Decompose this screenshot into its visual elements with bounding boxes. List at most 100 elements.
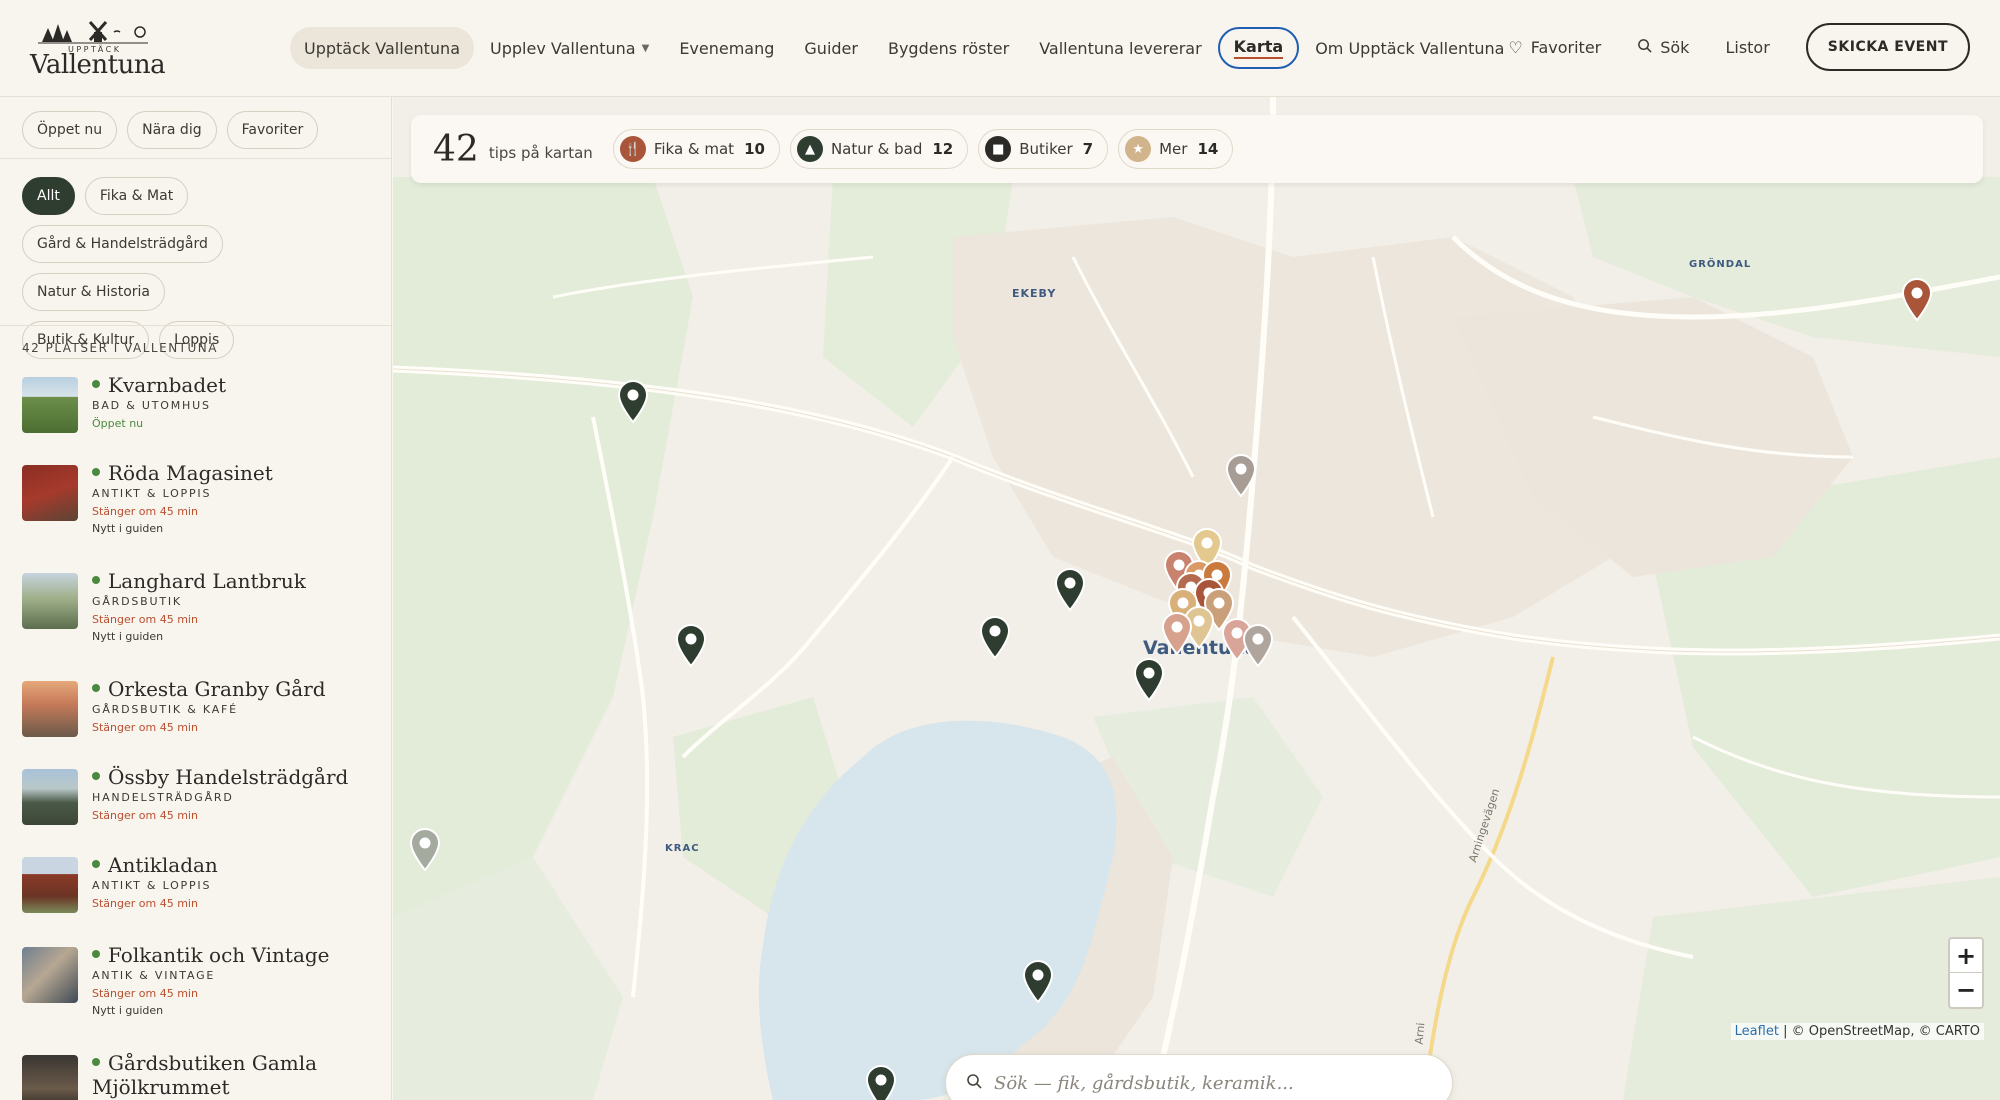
nav-om-upptack-vallentuna[interactable]: Om Upptäck Vallentuna [1301, 27, 1518, 69]
place-name: Gårdsbutiken Gamla Mjölkrummet [92, 1051, 318, 1099]
site-header: UPPTÄCK Vallentuna Upptäck Vallentuna Up… [0, 0, 2000, 97]
legend-natur-bad[interactable]: ▲ Natur & bad 12 [789, 129, 969, 169]
place-list: Kvarnbadet BAD & UTOMHUS Öppet nu Röda M… [22, 373, 381, 1100]
filter-open-now[interactable]: Öppet nu [22, 111, 118, 149]
nav-label: Evenemang [679, 38, 775, 58]
zoom-out-button[interactable]: − [1950, 973, 1982, 1007]
map[interactable]: EKEBY GRÖNDAL KRAC Vallentuna Arningeväg… [393, 97, 2000, 1100]
place-category: HANDELSTRÄDGÅRD [92, 791, 234, 804]
new-badge: Nytt i guiden [92, 522, 164, 535]
chevron-down-icon: ▼ [641, 42, 650, 54]
filter-favorites[interactable]: Favoriter [226, 111, 319, 149]
nav-guider[interactable]: Guider [790, 27, 872, 69]
map-pin-icon[interactable] [409, 827, 441, 872]
map-pin-icon[interactable] [979, 615, 1011, 660]
place-count: 42 PLATSER I VALLENTUNA [22, 341, 218, 355]
bag-icon: ■ [985, 136, 1012, 162]
map-pin-icon[interactable] [1901, 277, 1933, 322]
category-fika-mat[interactable]: Fika & Mat [84, 177, 189, 215]
main-nav: Upptäck Vallentuna Upplev Vallentuna ▼ Ev… [290, 27, 1520, 69]
place-status: Stänger om 45 min [92, 987, 198, 1000]
favorites-label: Favoriter [1530, 37, 1602, 57]
favorites-link[interactable]: ♡ Favoriter [1508, 38, 1601, 57]
list-item[interactable]: Gårdsbutiken Gamla Mjölkrummet [22, 1051, 381, 1100]
legend-name: Mer [1159, 140, 1188, 158]
place-name: Röda Magasinet [108, 461, 273, 485]
status-dot [92, 950, 100, 958]
new-badge: Nytt i guiden [92, 1004, 164, 1017]
nav-label: Karta [1233, 37, 1284, 59]
place-thumbnail [22, 681, 78, 737]
map-pin-icon[interactable] [1133, 657, 1165, 702]
map-pin-icon[interactable] [1161, 611, 1193, 656]
list-item[interactable]: Langhard Lantbruk GÅRDSBUTIK Stänger om … [22, 569, 381, 677]
lists-link[interactable]: Listor [1725, 38, 1769, 57]
nav-bygdens-roster[interactable]: Bygdens röster [874, 27, 1023, 69]
submit-event-label: SKICKA EVENT [1827, 39, 1948, 55]
road-label-arni: Arni [1412, 1022, 1428, 1045]
star-icon: ★ [1125, 136, 1152, 162]
filter-near-you[interactable]: Nära dig [127, 111, 217, 149]
place-name: Orkesta Granby Gård [108, 677, 326, 701]
map-pin-icon[interactable] [617, 379, 649, 424]
search-link[interactable]: Sök [1637, 38, 1689, 57]
legend-name: Natur & bad [830, 140, 923, 158]
list-item[interactable]: Antikladan ANTIKT & LOPPIS Stänger om 45… [22, 853, 381, 943]
map-pin-icon[interactable] [1022, 959, 1054, 1004]
list-item[interactable]: Röda Magasinet ANTIKT & LOPPIS Stänger o… [22, 461, 381, 569]
nav-upplev-vallentuna[interactable]: Upplev Vallentuna ▼ [476, 27, 663, 69]
map-pin-icon[interactable] [1242, 623, 1274, 668]
legend-butiker[interactable]: ■ Butiker 7 [978, 129, 1109, 169]
place-status: Öppet nu [92, 417, 144, 430]
place-thumbnail [22, 465, 78, 521]
site-logo[interactable]: UPPTÄCK Vallentuna [30, 18, 166, 80]
legend-name: Butiker [1019, 140, 1073, 158]
place-category: ANTIK & VINTAGE [92, 969, 216, 982]
nav-evenemang[interactable]: Evenemang [665, 27, 788, 69]
place-thumbnail [22, 947, 78, 1003]
category-gard-handelstradgard[interactable]: Gård & Handelsträdgård [22, 225, 223, 263]
place-status: Stänger om 45 min [92, 721, 198, 734]
category-natur-historia[interactable]: Natur & Historia [22, 273, 165, 311]
list-item[interactable]: Orkesta Granby Gård GÅRDSBUTIK & KAFÉ St… [22, 677, 381, 765]
quick-filters: Öppet nu Nära dig Favoriter [0, 97, 391, 159]
legend-count: 7 [1082, 140, 1094, 158]
lists-label: Listor [1725, 37, 1770, 57]
submit-event-button[interactable]: SKICKA EVENT [1805, 23, 1970, 71]
tree-icon: ▲ [796, 136, 823, 162]
map-pin-icon[interactable] [1054, 567, 1086, 612]
place-status: Stänger om 45 min [92, 613, 198, 626]
map-tip-label: tips på kartan [488, 144, 593, 162]
category-all[interactable]: Allt [22, 177, 75, 215]
place-category: ANTIKT & LOPPIS [92, 487, 212, 500]
place-thumbnail [22, 1055, 78, 1100]
map-pin-icon[interactable] [675, 623, 707, 668]
legend-name: Fika & mat [653, 140, 735, 158]
leaflet-link[interactable]: Leaflet [1735, 1024, 1779, 1039]
place-name: Kvarnbadet [108, 373, 227, 397]
place-category: BAD & UTOMHUS [92, 399, 211, 412]
zoom-in-button[interactable]: + [1950, 939, 1982, 973]
nav-vallentuna-levererar[interactable]: Vallentuna levererar [1025, 27, 1215, 69]
search-icon [1637, 38, 1652, 57]
place-category: ANTIKT & LOPPIS [92, 879, 212, 892]
status-dot [92, 468, 100, 476]
map-search-input[interactable] [994, 1072, 1424, 1094]
list-item[interactable]: Össby Handelsträdgård HANDELSTRÄDGÅRD St… [22, 765, 381, 853]
logo-main-text: Vallentuna [30, 50, 166, 80]
status-dot [92, 1058, 100, 1066]
map-pin-icon[interactable] [865, 1064, 897, 1100]
place-name: Össby Handelsträdgård [108, 765, 349, 789]
nav-upptack-vallentuna[interactable]: Upptäck Vallentuna [290, 27, 474, 69]
list-item[interactable]: Kvarnbadet BAD & UTOMHUS Öppet nu [22, 373, 381, 461]
legend-fika-mat[interactable]: 🍴 Fika & mat 10 [612, 129, 780, 169]
legend-mer[interactable]: ★ Mer 14 [1118, 129, 1234, 169]
list-item[interactable]: Folkantik och Vintage ANTIK & VINTAGE St… [22, 943, 381, 1051]
status-dot [92, 860, 100, 868]
legend-count: 14 [1197, 140, 1219, 158]
zoom-control: + − [1948, 937, 1984, 1009]
map-pin-icon[interactable] [1225, 453, 1257, 498]
header-actions: ♡ Favoriter Sök Listor SKICKA EVENT [1508, 23, 1970, 71]
nav-karta[interactable]: Karta [1217, 27, 1300, 69]
sidebar: Öppet nu Nära dig Favoriter Allt Fika & … [0, 97, 392, 1100]
